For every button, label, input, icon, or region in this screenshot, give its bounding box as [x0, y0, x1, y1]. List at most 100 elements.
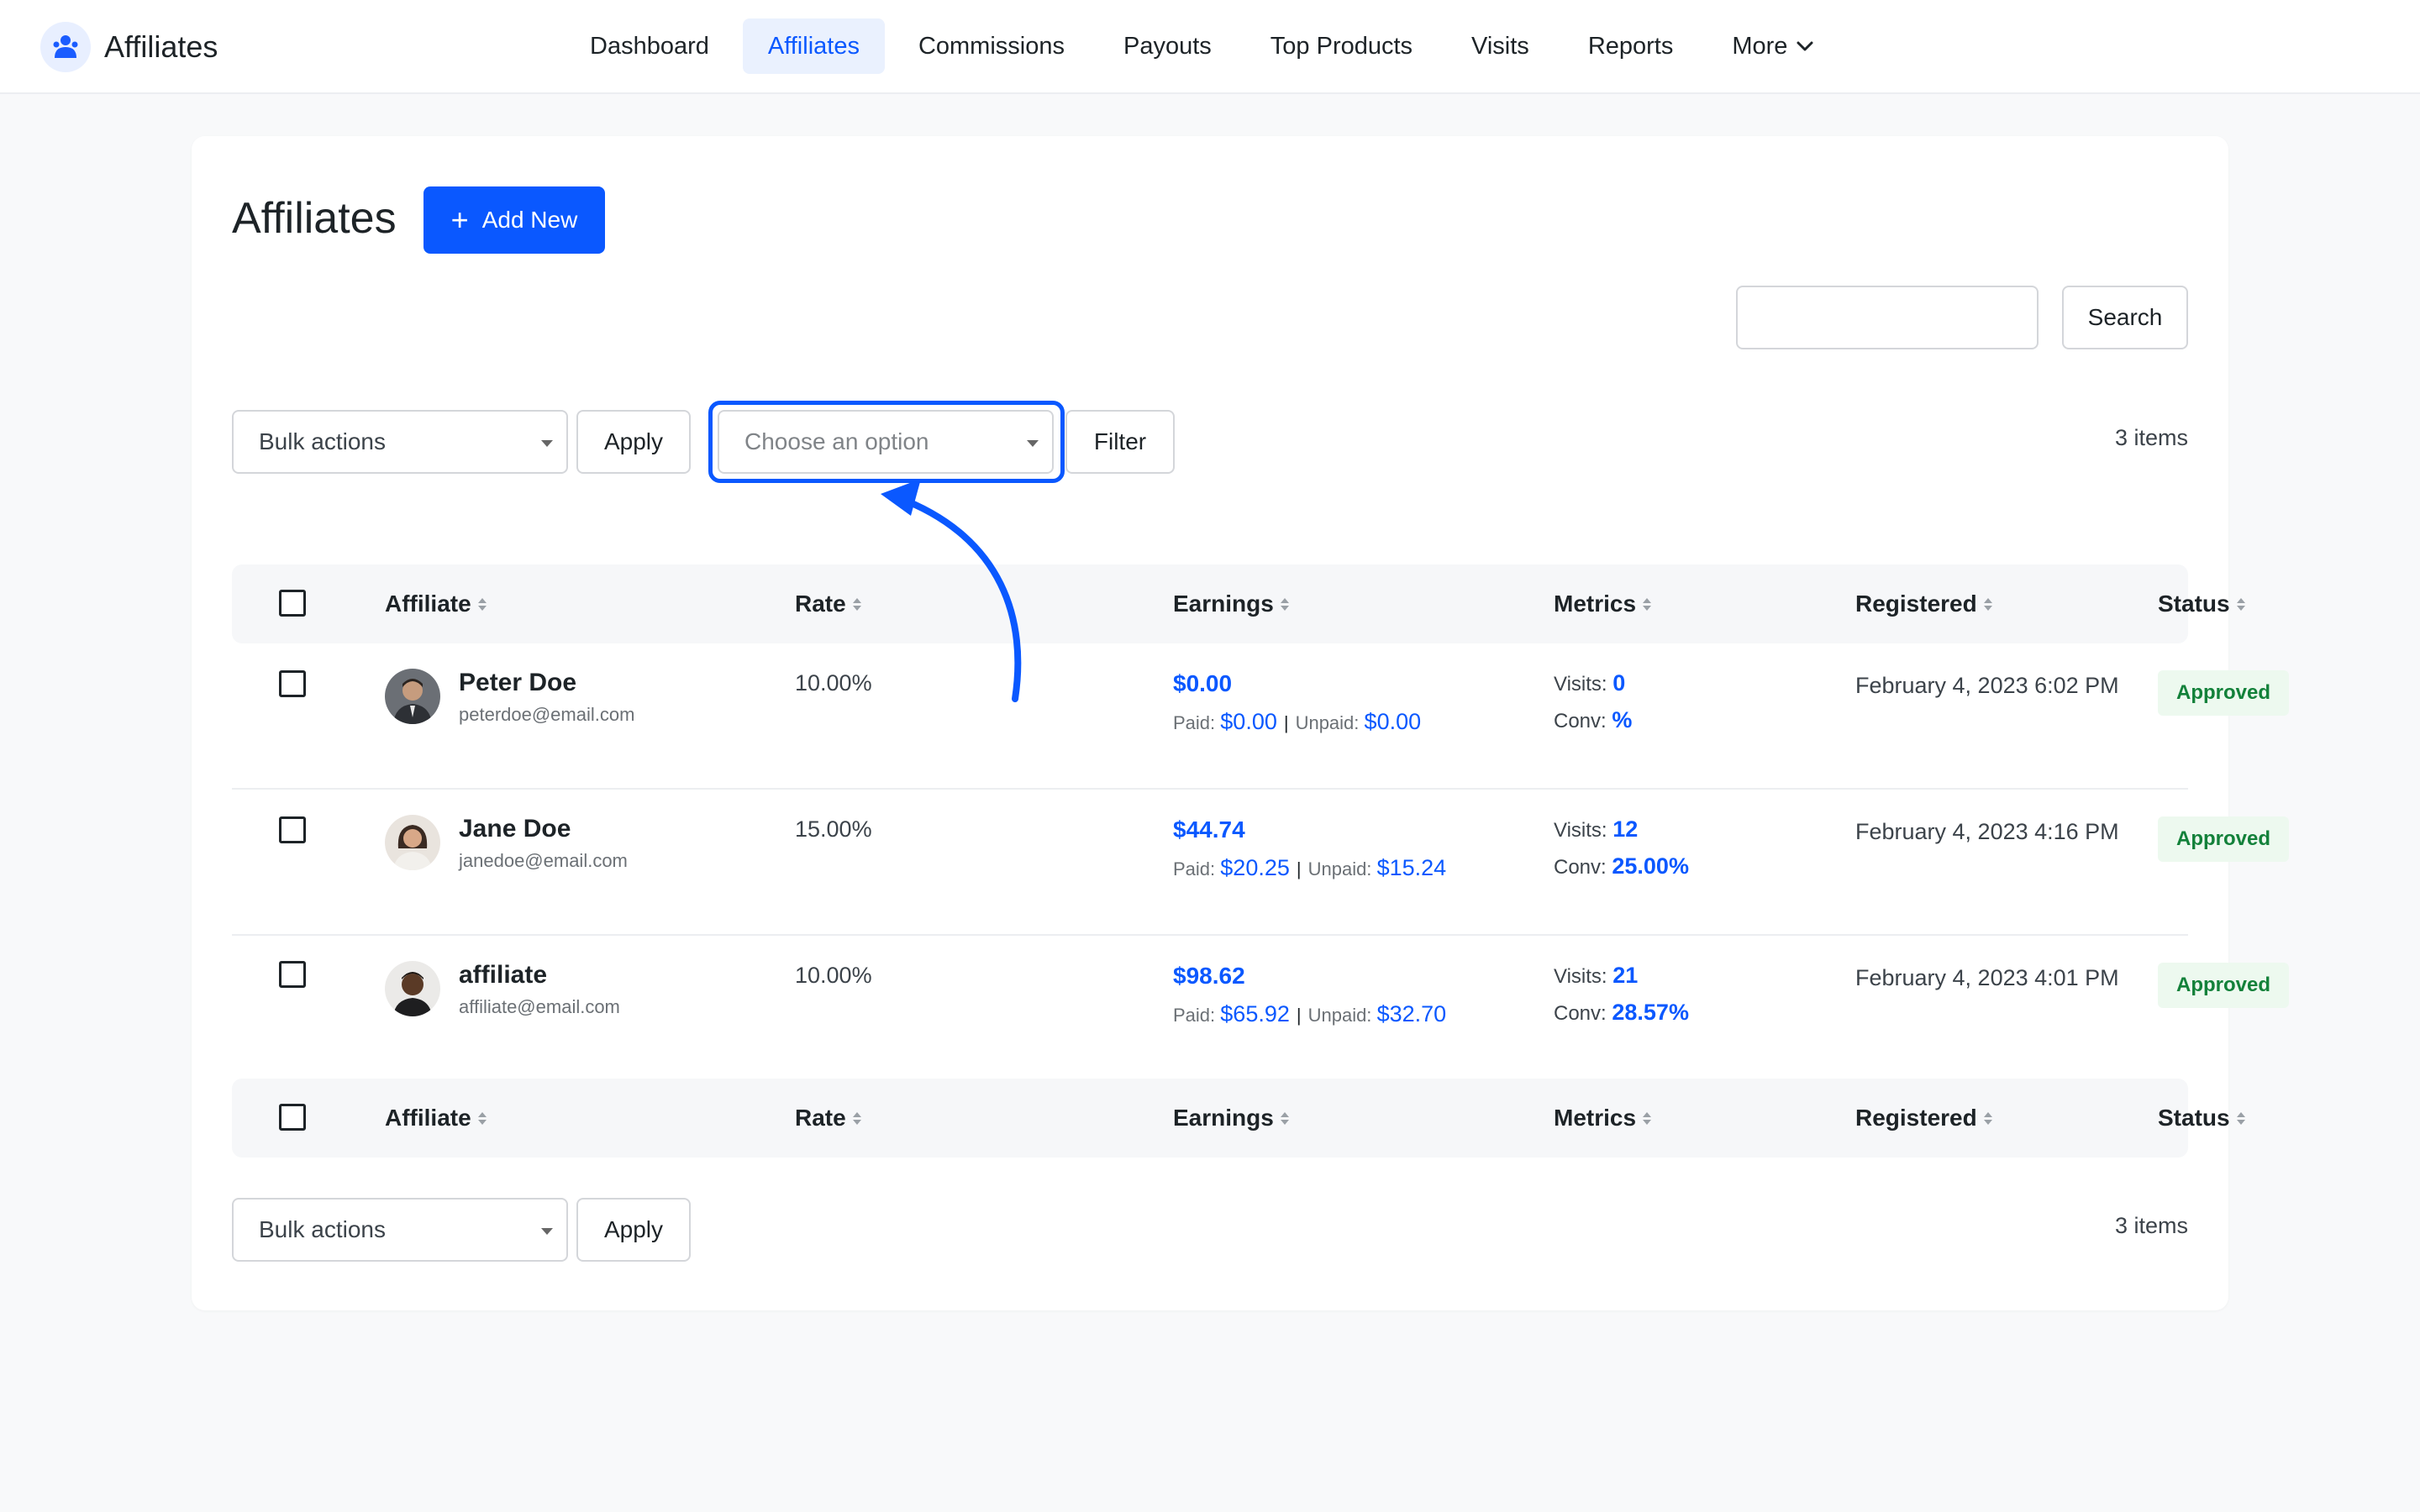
paid-label: Paid:	[1173, 1005, 1216, 1026]
column-header-rate[interactable]: Rate	[795, 564, 861, 643]
conv-value: %	[1612, 707, 1633, 732]
page-title: Affiliates	[232, 194, 397, 243]
column-header-registered[interactable]: Registered	[1855, 564, 1992, 643]
column-header-earnings[interactable]: Earnings	[1173, 1079, 1289, 1158]
sort-icon	[1643, 597, 1652, 611]
apply-button[interactable]: Apply	[576, 410, 691, 474]
sort-icon	[1280, 1111, 1289, 1125]
column-header-label: Registered	[1855, 1105, 1977, 1131]
status-badge: Approved	[2158, 816, 2289, 862]
row-checkbox[interactable]	[279, 816, 306, 843]
visits-metric: Visits: 12	[1554, 816, 1638, 843]
column-header-label: Status	[2158, 591, 2230, 617]
nav-item-affiliates[interactable]: Affiliates	[742, 18, 885, 74]
visits-value: 12	[1612, 816, 1639, 842]
rate-value: 15.00%	[795, 816, 872, 842]
avatar	[385, 669, 440, 724]
affiliate-email: janedoe@email.com	[459, 850, 628, 871]
column-header-label: Rate	[795, 1105, 846, 1131]
column-header-affiliate[interactable]: Affiliate	[385, 1079, 487, 1158]
search-button[interactable]: Search	[2062, 286, 2188, 349]
visits-value: 21	[1612, 963, 1639, 988]
rate-value: 10.00%	[795, 963, 872, 988]
column-header-label: Affiliate	[385, 1105, 471, 1131]
separator: |	[1283, 712, 1289, 733]
table-footer-header: Affiliate Rate Earnings Metrics Register…	[232, 1079, 2245, 1158]
caret-down-icon	[541, 440, 553, 447]
sort-icon	[1280, 597, 1289, 611]
avatar	[385, 961, 440, 1016]
conv-value: 28.57%	[1612, 1000, 1689, 1025]
conv-value: 25.00%	[1612, 853, 1689, 879]
registered-date: February 4, 2023 4:16 PM	[1855, 819, 2119, 844]
column-header-affiliate[interactable]: Affiliate	[385, 564, 487, 643]
brand[interactable]: Affiliates	[40, 20, 218, 74]
select-all-checkbox[interactable]	[279, 590, 306, 617]
affiliate-name[interactable]: Peter Doe	[459, 669, 576, 697]
table-row: Jane Doe janedoe@email.com 15.00% $44.74…	[232, 790, 2289, 936]
sort-icon	[852, 597, 861, 611]
column-header-label: Metrics	[1554, 1105, 1637, 1131]
nav-item-top-products[interactable]: Top Products	[1245, 18, 1438, 74]
row-checkbox[interactable]	[279, 670, 306, 697]
visits-label: Visits:	[1554, 673, 1607, 696]
column-header-label: Rate	[795, 591, 846, 617]
affiliate-email: affiliate@email.com	[459, 996, 620, 1017]
visits-metric: Visits: 21	[1554, 963, 1638, 989]
unpaid-value: $15.24	[1376, 855, 1447, 880]
affiliate-name[interactable]: affiliate	[459, 961, 547, 990]
nav-item-payouts[interactable]: Payouts	[1098, 18, 1237, 74]
nav-item-visits[interactable]: Visits	[1446, 18, 1555, 74]
nav-item-more[interactable]: More	[1707, 18, 1839, 74]
main-nav: Dashboard Affiliates Commissions Payouts…	[565, 18, 1848, 74]
nav-item-commissions[interactable]: Commissions	[893, 18, 1090, 74]
column-header-label: Status	[2158, 1105, 2230, 1131]
bulk-actions-select-bottom[interactable]: Bulk actions	[232, 1198, 568, 1262]
items-count: 3 items	[2114, 425, 2188, 450]
column-header-metrics[interactable]: Metrics	[1554, 564, 1652, 643]
nav-item-dashboard[interactable]: Dashboard	[565, 18, 734, 74]
column-header-earnings[interactable]: Earnings	[1173, 564, 1289, 643]
column-header-status[interactable]: Status	[2158, 564, 2245, 643]
affiliate-name[interactable]: Jane Doe	[459, 815, 571, 843]
unpaid-value: $0.00	[1364, 709, 1422, 734]
conversion-metric: Conv: 28.57%	[1554, 1000, 1689, 1026]
bulk-actions-value: Bulk actions	[259, 1216, 386, 1242]
earnings-total: $0.00	[1173, 670, 1233, 696]
column-header-label: Earnings	[1173, 591, 1274, 617]
column-header-label: Registered	[1855, 591, 1977, 617]
status-badge: Approved	[2158, 670, 2289, 716]
row-checkbox[interactable]	[279, 961, 306, 988]
column-header-metrics[interactable]: Metrics	[1554, 1079, 1652, 1158]
select-all-checkbox[interactable]	[279, 1104, 306, 1131]
column-header-rate[interactable]: Rate	[795, 1079, 861, 1158]
filter-button[interactable]: Filter	[1065, 410, 1175, 474]
bulk-actions-value: Bulk actions	[259, 428, 386, 454]
search-input[interactable]	[1736, 286, 2039, 349]
paid-label: Paid:	[1173, 858, 1216, 879]
separator: |	[1296, 858, 1302, 879]
apply-button-bottom[interactable]: Apply	[576, 1198, 691, 1262]
earnings-breakdown: Paid: $0.00 | Unpaid: $0.00	[1173, 709, 1421, 735]
bulk-actions-select[interactable]: Bulk actions	[232, 410, 568, 474]
nav-item-reports[interactable]: Reports	[1563, 18, 1699, 74]
conversion-metric: Conv: 25.00%	[1554, 853, 1689, 879]
conv-label: Conv:	[1554, 856, 1607, 879]
column-header-status[interactable]: Status	[2158, 1079, 2245, 1158]
visits-metric: Visits: 0	[1554, 670, 1625, 696]
column-header-registered[interactable]: Registered	[1855, 1079, 1992, 1158]
status-badge: Approved	[2158, 963, 2289, 1008]
paid-label: Paid:	[1173, 712, 1216, 733]
column-header-label: Earnings	[1173, 1105, 1274, 1131]
add-new-button[interactable]: + Add New	[424, 186, 605, 254]
column-header-label: Affiliate	[385, 591, 471, 617]
table-row: Peter Doe peterdoe@email.com 10.00% $0.0…	[232, 643, 2289, 790]
filter-select-placeholder: Choose an option	[744, 428, 929, 454]
earnings-total: $98.62	[1173, 963, 1245, 989]
sort-icon	[477, 1111, 487, 1125]
registered-date: February 4, 2023 6:02 PM	[1855, 673, 2119, 698]
filter-select[interactable]: Choose an option	[718, 410, 1054, 474]
sort-icon	[2236, 1111, 2245, 1125]
app-title: Affiliates	[104, 29, 218, 64]
affiliates-panel: Affiliates + Add New Search Bulk actions…	[192, 136, 2289, 1310]
